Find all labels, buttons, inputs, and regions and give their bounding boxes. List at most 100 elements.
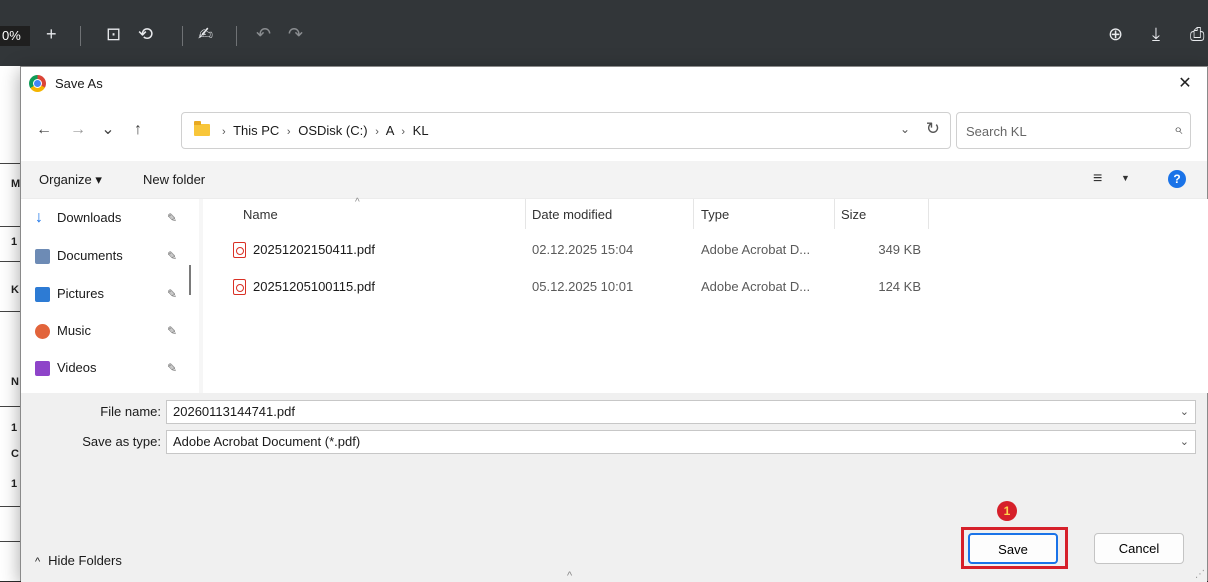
breadcrumb-item[interactable]: This PC [233, 123, 279, 138]
fit-page-icon[interactable]: ⊡ [106, 24, 121, 44]
command-bar: Organize ▾ New folder ≡ ▼ ? [21, 161, 1207, 199]
sidebar-item-videos[interactable]: Videos ✎ [35, 355, 185, 381]
pdf-file-icon [233, 279, 246, 295]
file-name: 20251205100115.pdf [253, 279, 375, 294]
save-as-dialog: Save As ✕ ← → ⌄ ↑ › This PC › OSDisk (C:… [20, 66, 1208, 582]
search-icon[interactable]: ⌕ [1174, 121, 1182, 138]
column-header-date[interactable]: Date modified [532, 207, 612, 222]
document-page: M 1 K N 1 C 1 [0, 66, 22, 581]
breadcrumb-separator: › [375, 126, 379, 138]
chrome-icon [29, 75, 46, 92]
breadcrumb-separator: › [286, 126, 291, 138]
search-box[interactable]: Search KL ⌕ [956, 112, 1191, 149]
hide-folders-button[interactable]: ^ Hide Folders [35, 553, 122, 568]
address-bar[interactable]: › This PC › OSDisk (C:) › A › KL ⌄ ↻ [181, 112, 951, 149]
table-line [0, 261, 22, 262]
recent-locations-icon[interactable]: ⌄ [97, 119, 119, 141]
doc-text: C [11, 448, 19, 460]
pin-icon[interactable]: ✎ [167, 243, 177, 269]
download-icon[interactable]: ⤓ [1152, 24, 1160, 44]
file-list: Name ^ Date modified Type Size 202512021… [203, 197, 1208, 393]
forward-arrow-icon[interactable]: → [67, 119, 89, 141]
drive-icon[interactable]: ⊕ [1108, 24, 1123, 44]
refresh-icon[interactable]: ↻ [926, 119, 940, 139]
chevron-down-icon[interactable]: ⌄ [900, 122, 910, 136]
pane-scroll-thumb[interactable] [189, 265, 191, 295]
sidebar-item-label: Pictures [57, 286, 104, 301]
close-button[interactable]: ✕ [1171, 71, 1199, 97]
file-name: 20251202150411.pdf [253, 242, 375, 257]
table-line [0, 226, 22, 227]
pin-icon[interactable]: ✎ [167, 355, 177, 381]
cancel-button[interactable]: Cancel [1094, 533, 1184, 564]
column-header-type[interactable]: Type [701, 207, 729, 222]
file-size: 124 KB [878, 279, 921, 294]
table-row[interactable]: 20251202150411.pdf 02.12.2025 15:04 Adob… [203, 239, 1208, 265]
folder-icon [194, 121, 210, 136]
new-folder-button[interactable]: New folder [143, 172, 205, 187]
undo-icon[interactable]: ↶ [256, 24, 271, 44]
breadcrumb-separator: › [401, 126, 406, 138]
search-input[interactable]: Search KL [966, 124, 1027, 139]
pin-icon[interactable]: ✎ [167, 281, 177, 307]
pin-icon[interactable]: ✎ [167, 205, 177, 231]
save-type-select[interactable]: Adobe Acrobat Document (*.pdf) ⌄ [166, 430, 1196, 454]
zoom-in-icon[interactable]: + [46, 24, 57, 44]
chevron-up-icon: ^ [35, 556, 41, 568]
resize-grip-icon[interactable]: ⋰ [1195, 569, 1205, 580]
sidebar-item-label: Documents [57, 248, 123, 263]
doc-text: M [11, 178, 21, 190]
up-arrow-icon[interactable]: ↑ [127, 119, 149, 141]
sidebar-item-pictures[interactable]: Pictures ✎ [35, 281, 185, 307]
rotate-icon[interactable]: ⟲ [138, 24, 153, 44]
pin-icon[interactable]: ✎ [167, 318, 177, 344]
toolbar-divider [236, 26, 237, 46]
column-divider[interactable] [693, 199, 694, 229]
table-line [0, 311, 22, 312]
doc-text: N [11, 376, 19, 388]
redo-icon[interactable]: ↷ [288, 24, 303, 44]
navigation-pane: ↓ Downloads ✎ Documents ✎ Pictures ✎ Mus… [21, 199, 199, 393]
file-type: Adobe Acrobat D... [701, 242, 811, 257]
table-line [0, 506, 22, 507]
toolbar-divider [80, 26, 81, 46]
column-header-size[interactable]: Size [841, 207, 866, 222]
column-divider[interactable] [928, 199, 929, 229]
column-header-name[interactable]: Name [243, 207, 278, 222]
table-line [0, 541, 22, 542]
organize-button[interactable]: Organize ▾ [39, 172, 102, 188]
file-type: Adobe Acrobat D... [701, 279, 811, 294]
sidebar-item-downloads[interactable]: ↓ Downloads ✎ [35, 205, 185, 231]
sort-ascending-icon: ^ [355, 197, 360, 208]
breadcrumb: › This PC › OSDisk (C:) › A › KL [218, 123, 429, 138]
table-line [0, 406, 22, 407]
dialog-titlebar[interactable]: Save As ✕ [21, 67, 1207, 101]
sidebar-item-label: Music [57, 323, 91, 338]
sidebar-item-documents[interactable]: Documents ✎ [35, 243, 185, 269]
column-divider[interactable] [525, 199, 526, 229]
sidebar-item-music[interactable]: Music ✎ [35, 318, 185, 344]
chevron-down-icon[interactable]: ⌄ [1180, 404, 1189, 420]
breadcrumb-item[interactable]: A [386, 123, 394, 138]
sidebar-item-label: Videos [57, 360, 97, 375]
breadcrumb-item[interactable]: OSDisk (C:) [298, 123, 367, 138]
videos-icon [35, 361, 50, 376]
save-type-label: Save as type: [82, 434, 161, 449]
help-icon[interactable]: ? [1168, 170, 1186, 188]
column-divider[interactable] [834, 199, 835, 229]
doc-text: 1 [11, 478, 18, 490]
print-icon[interactable]: ⎙ [1190, 24, 1204, 44]
chevron-down-icon[interactable]: ▼ [1121, 173, 1130, 183]
hide-folders-label: Hide Folders [48, 553, 122, 568]
pdf-file-icon [233, 242, 246, 258]
chevron-down-icon[interactable]: ⌄ [1180, 434, 1189, 450]
back-arrow-icon[interactable]: ← [33, 119, 55, 141]
view-list-icon[interactable]: ≡ [1093, 170, 1102, 188]
save-button[interactable]: Save [968, 533, 1058, 564]
table-row[interactable]: 20251205100115.pdf 05.12.2025 10:01 Adob… [203, 276, 1208, 302]
zoom-level[interactable]: 0% [0, 26, 30, 46]
file-name-field[interactable]: 20260113144741.pdf ⌄ [166, 400, 1196, 424]
breadcrumb-separator: › [222, 126, 226, 138]
draw-icon[interactable]: ✍ [198, 24, 213, 44]
breadcrumb-item[interactable]: KL [413, 123, 429, 138]
